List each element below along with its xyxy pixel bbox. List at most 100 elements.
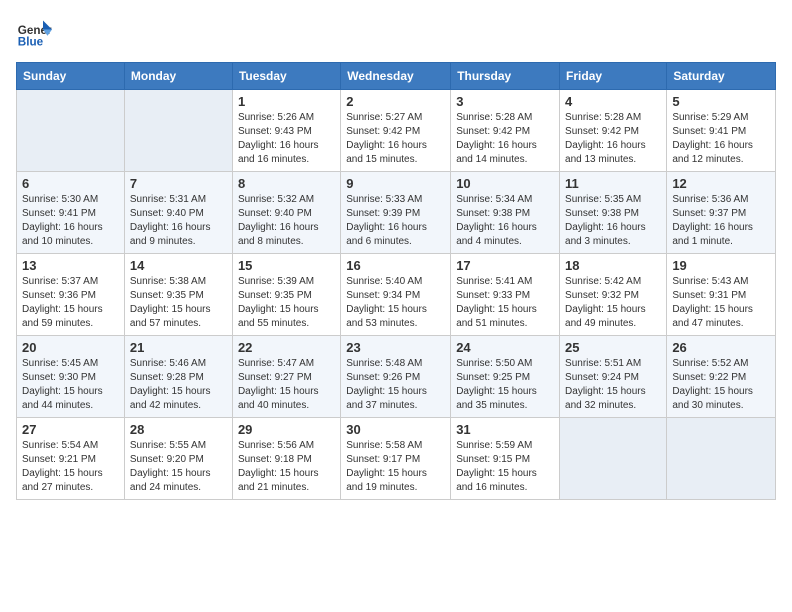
day-number: 29	[238, 422, 335, 437]
day-info: Sunrise: 5:52 AM Sunset: 9:22 PM Dayligh…	[672, 357, 770, 413]
calendar-cell: 5 Sunrise: 5:29 AM Sunset: 9:41 PM Daylig…	[667, 90, 776, 172]
calendar-cell: 30Sunrise: 5:58 AM Sunset: 9:17 PM Dayli…	[341, 418, 451, 500]
logo-icon: General Blue	[16, 16, 52, 52]
day-number: 7	[130, 176, 227, 191]
day-info: Sunrise: 5:41 AM Sunset: 9:33 PM Dayligh…	[456, 275, 554, 331]
day-info: Sunrise: 5:33 AM Sunset: 9:39 PM Dayligh…	[346, 193, 445, 249]
calendar-cell	[124, 90, 232, 172]
week-row-4: 20 Sunrise: 5:45 AM Sunset: 9:30 PM Dayli…	[17, 336, 776, 418]
day-number: 23	[346, 340, 445, 355]
week-row-3: 13Sunrise: 5:37 AM Sunset: 9:36 PM Dayli…	[17, 254, 776, 336]
calendar-cell: 27Sunrise: 5:54 AM Sunset: 9:21 PM Dayli…	[17, 418, 125, 500]
day-number: 25	[565, 340, 661, 355]
day-number: 12	[672, 176, 770, 191]
day-number: 22	[238, 340, 335, 355]
calendar-cell: 7 Sunrise: 5:31 AM Sunset: 9:40 PM Daylig…	[124, 172, 232, 254]
calendar-cell: 8 Sunrise: 5:32 AM Sunset: 9:40 PM Daylig…	[232, 172, 340, 254]
calendar-cell: 29 Sunrise: 5:56 AM Sunset: 9:18 PM Dayli…	[232, 418, 340, 500]
day-info: Sunrise: 5:40 AM Sunset: 9:34 PM Dayligh…	[346, 275, 445, 331]
day-number: 13	[22, 258, 119, 273]
day-header-friday: Friday	[560, 63, 667, 90]
calendar-cell: 26 Sunrise: 5:52 AM Sunset: 9:22 PM Dayli…	[667, 336, 776, 418]
day-header-thursday: Thursday	[451, 63, 560, 90]
day-info: Sunrise: 5:59 AM Sunset: 9:15 PM Dayligh…	[456, 439, 554, 495]
day-info: Sunrise: 5:38 AM Sunset: 9:35 PM Dayligh…	[130, 275, 227, 331]
day-info: Sunrise: 5:28 AM Sunset: 9:42 PM Dayligh…	[456, 111, 554, 167]
day-info: Sunrise: 5:58 AM Sunset: 9:17 PM Dayligh…	[346, 439, 445, 495]
calendar-cell: 10 Sunrise: 5:34 AM Sunset: 9:38 PM Dayli…	[451, 172, 560, 254]
day-header-wednesday: Wednesday	[341, 63, 451, 90]
day-number: 11	[565, 176, 661, 191]
calendar-table: SundayMondayTuesdayWednesdayThursdayFrid…	[16, 62, 776, 500]
days-header-row: SundayMondayTuesdayWednesdayThursdayFrid…	[17, 63, 776, 90]
day-number: 31	[456, 422, 554, 437]
day-info: Sunrise: 5:48 AM Sunset: 9:26 PM Dayligh…	[346, 357, 445, 413]
day-info: Sunrise: 5:47 AM Sunset: 9:27 PM Dayligh…	[238, 357, 335, 413]
day-number: 8	[238, 176, 335, 191]
day-number: 16	[346, 258, 445, 273]
calendar-cell: 22 Sunrise: 5:47 AM Sunset: 9:27 PM Dayli…	[232, 336, 340, 418]
day-info: Sunrise: 5:28 AM Sunset: 9:42 PM Dayligh…	[565, 111, 661, 167]
calendar-cell: 21Sunrise: 5:46 AM Sunset: 9:28 PM Dayli…	[124, 336, 232, 418]
day-header-saturday: Saturday	[667, 63, 776, 90]
day-info: Sunrise: 5:39 AM Sunset: 9:35 PM Dayligh…	[238, 275, 335, 331]
week-row-2: 6 Sunrise: 5:30 AM Sunset: 9:41 PM Daylig…	[17, 172, 776, 254]
calendar-cell	[560, 418, 667, 500]
day-number: 28	[130, 422, 227, 437]
day-number: 24	[456, 340, 554, 355]
calendar-cell: 17Sunrise: 5:41 AM Sunset: 9:33 PM Dayli…	[451, 254, 560, 336]
week-row-1: 1 Sunrise: 5:26 AM Sunset: 9:43 PM Daylig…	[17, 90, 776, 172]
calendar-cell	[17, 90, 125, 172]
day-info: Sunrise: 5:45 AM Sunset: 9:30 PM Dayligh…	[22, 357, 119, 413]
calendar-cell: 19Sunrise: 5:43 AM Sunset: 9:31 PM Dayli…	[667, 254, 776, 336]
day-info: Sunrise: 5:54 AM Sunset: 9:21 PM Dayligh…	[22, 439, 119, 495]
calendar-cell: 9 Sunrise: 5:33 AM Sunset: 9:39 PM Daylig…	[341, 172, 451, 254]
day-info: Sunrise: 5:30 AM Sunset: 9:41 PM Dayligh…	[22, 193, 119, 249]
calendar-cell: 16 Sunrise: 5:40 AM Sunset: 9:34 PM Dayli…	[341, 254, 451, 336]
day-number: 2	[346, 94, 445, 109]
day-info: Sunrise: 5:56 AM Sunset: 9:18 PM Dayligh…	[238, 439, 335, 495]
day-number: 5	[672, 94, 770, 109]
day-number: 21	[130, 340, 227, 355]
day-info: Sunrise: 5:34 AM Sunset: 9:38 PM Dayligh…	[456, 193, 554, 249]
calendar-cell: 1 Sunrise: 5:26 AM Sunset: 9:43 PM Daylig…	[232, 90, 340, 172]
day-number: 20	[22, 340, 119, 355]
calendar-cell: 13Sunrise: 5:37 AM Sunset: 9:36 PM Dayli…	[17, 254, 125, 336]
day-number: 3	[456, 94, 554, 109]
week-row-5: 27Sunrise: 5:54 AM Sunset: 9:21 PM Dayli…	[17, 418, 776, 500]
calendar-cell: 24 Sunrise: 5:50 AM Sunset: 9:25 PM Dayli…	[451, 336, 560, 418]
day-info: Sunrise: 5:51 AM Sunset: 9:24 PM Dayligh…	[565, 357, 661, 413]
day-info: Sunrise: 5:31 AM Sunset: 9:40 PM Dayligh…	[130, 193, 227, 249]
calendar-cell: 12Sunrise: 5:36 AM Sunset: 9:37 PM Dayli…	[667, 172, 776, 254]
calendar-cell: 3 Sunrise: 5:28 AM Sunset: 9:42 PM Daylig…	[451, 90, 560, 172]
calendar-cell: 25 Sunrise: 5:51 AM Sunset: 9:24 PM Dayli…	[560, 336, 667, 418]
day-number: 9	[346, 176, 445, 191]
day-info: Sunrise: 5:29 AM Sunset: 9:41 PM Dayligh…	[672, 111, 770, 167]
day-number: 15	[238, 258, 335, 273]
day-info: Sunrise: 5:50 AM Sunset: 9:25 PM Dayligh…	[456, 357, 554, 413]
day-header-tuesday: Tuesday	[232, 63, 340, 90]
day-number: 14	[130, 258, 227, 273]
day-header-monday: Monday	[124, 63, 232, 90]
calendar-cell: 31 Sunrise: 5:59 AM Sunset: 9:15 PM Dayli…	[451, 418, 560, 500]
day-info: Sunrise: 5:42 AM Sunset: 9:32 PM Dayligh…	[565, 275, 661, 331]
calendar-cell: 6 Sunrise: 5:30 AM Sunset: 9:41 PM Daylig…	[17, 172, 125, 254]
day-info: Sunrise: 5:26 AM Sunset: 9:43 PM Dayligh…	[238, 111, 335, 167]
svg-text:Blue: Blue	[18, 36, 44, 49]
day-header-sunday: Sunday	[17, 63, 125, 90]
calendar-cell: 28 Sunrise: 5:55 AM Sunset: 9:20 PM Dayli…	[124, 418, 232, 500]
day-number: 6	[22, 176, 119, 191]
day-number: 10	[456, 176, 554, 191]
calendar-cell: 15 Sunrise: 5:39 AM Sunset: 9:35 PM Dayli…	[232, 254, 340, 336]
day-info: Sunrise: 5:55 AM Sunset: 9:20 PM Dayligh…	[130, 439, 227, 495]
calendar-cell: 2Sunrise: 5:27 AM Sunset: 9:42 PM Daylig…	[341, 90, 451, 172]
calendar-cell: 4Sunrise: 5:28 AM Sunset: 9:42 PM Daylig…	[560, 90, 667, 172]
calendar-cell: 14 Sunrise: 5:38 AM Sunset: 9:35 PM Dayli…	[124, 254, 232, 336]
day-number: 26	[672, 340, 770, 355]
day-info: Sunrise: 5:32 AM Sunset: 9:40 PM Dayligh…	[238, 193, 335, 249]
day-number: 1	[238, 94, 335, 109]
day-info: Sunrise: 5:35 AM Sunset: 9:38 PM Dayligh…	[565, 193, 661, 249]
day-number: 19	[672, 258, 770, 273]
calendar-cell: 23 Sunrise: 5:48 AM Sunset: 9:26 PM Dayli…	[341, 336, 451, 418]
calendar-cell	[667, 418, 776, 500]
